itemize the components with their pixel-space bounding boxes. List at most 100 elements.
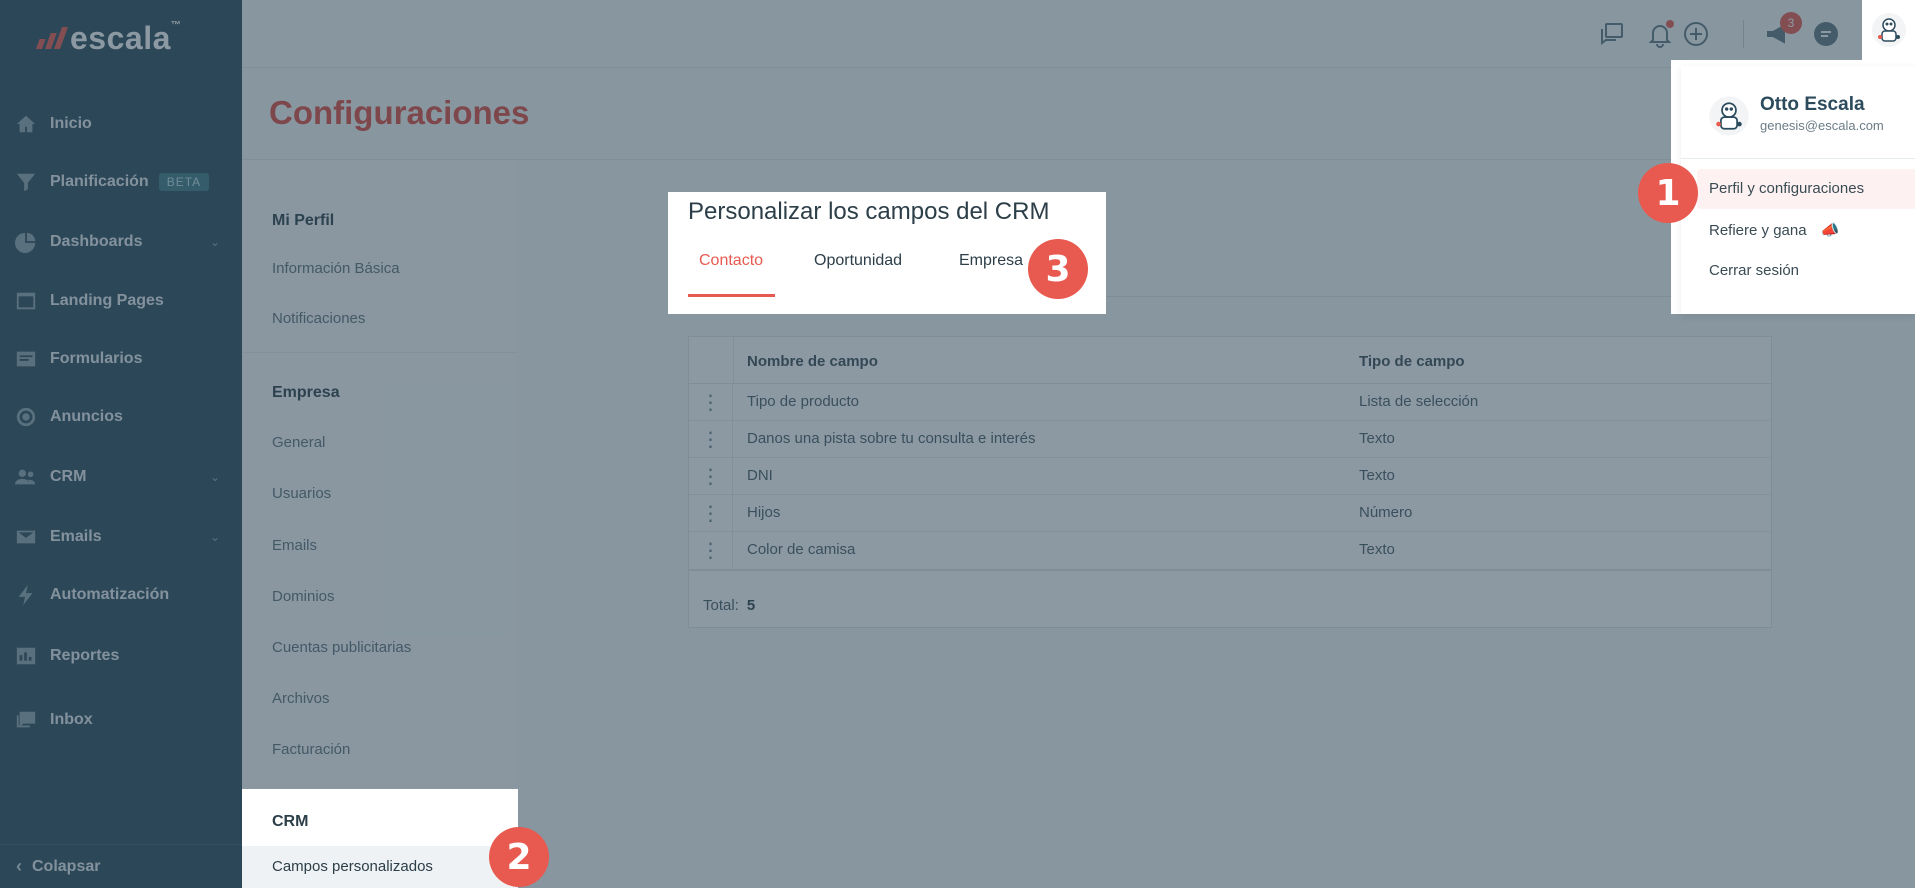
menu-item-label: Campos personalizados [272,858,433,875]
sidebar-item-label: Inicio [50,115,92,132]
custom-fields-table: Nombre de campo Tipo de campo ⋮ Tipo de … [688,336,1772,628]
support-chat-icon[interactable] [1810,18,1842,50]
table-row[interactable]: ⋮ Tipo de producto Lista de selección [689,384,1771,421]
cell-tipo: Número [1359,504,1413,521]
divider [242,352,518,353]
chevron-down-icon: ⌄ [209,530,220,544]
sidebar-item-label: Inbox [50,711,93,728]
menu-item-perfil-y-configuraciones[interactable]: Perfil y configuraciones [1709,180,1864,197]
sidebar-item-formularios[interactable]: Formularios [0,339,242,379]
notifications-badge: 3 [1780,12,1802,34]
sidebar-item-inicio[interactable]: Inicio [0,104,242,144]
menu-item-archivos[interactable]: Archivos [272,690,330,707]
menu-item-refiere-y-gana[interactable]: Refiere y gana 📣 [1709,221,1839,239]
sidebar-item-landing-pages[interactable]: Landing Pages [0,281,242,321]
menu-item-general[interactable]: General [272,434,325,451]
sidebar-item-inbox[interactable]: Inbox [0,700,242,740]
chevron-left-icon: ‹ [16,856,22,876]
mail-icon [14,525,38,549]
menu-item-notificaciones[interactable]: Notificaciones [272,310,365,327]
menu-item-informacion-basica[interactable]: Información Básica [272,260,400,277]
cell-tipo: Texto [1359,467,1395,484]
cell-nombre: Color de camisa [747,541,856,558]
collapse-label: Colapsar [32,857,101,875]
menu-item-emails[interactable]: Emails [272,537,317,554]
page-title: Configuraciones [269,94,530,131]
divider [689,569,1771,571]
sidebar-item-label: Automatización [50,586,170,603]
menu-item-usuarios[interactable]: Usuarios [272,485,331,502]
active-tab-indicator [688,294,775,297]
cell-tipo: Texto [1359,541,1395,558]
cell-nombre: Hijos [747,504,781,521]
sidebar-item-label: Dashboards [50,233,143,250]
sidebar-item-label: Reportes [50,647,120,664]
user-avatar-button[interactable] [1862,0,1915,60]
column-header-nombre[interactable]: Nombre de campo [747,353,878,370]
table-row[interactable]: ⋮ DNI Texto [689,458,1771,495]
sidebar-item-label: Formularios [50,350,143,367]
add-icon[interactable] [1680,18,1712,50]
sidebar-item-crm[interactable]: CRM ⌄ [0,457,242,497]
settings-menu: Mi Perfil Información Básica Notificacio… [242,160,518,888]
page-header: Configuraciones [242,68,1915,160]
topbar: 3 [242,0,1915,68]
home-icon [14,112,38,136]
tab-empresa[interactable]: Empresa [959,252,1023,270]
table-row[interactable]: ⋮ Color de camisa Texto [689,532,1771,569]
sidebar-item-label: Planificación [50,173,149,190]
escala-logo[interactable]: escala™ [35,18,182,58]
notification-dot [1666,20,1674,28]
megaphone-icon[interactable]: 3 [1762,12,1802,50]
cell-nombre: Tipo de producto [747,393,860,410]
table-row[interactable]: ⋮ Danos una pista sobre tu consulta e in… [689,421,1771,458]
menu-item-cuentas-publicitarias[interactable]: Cuentas publicitarias [272,639,411,656]
kebab-menu-icon[interactable]: ⋮ [689,532,733,568]
column-divider [733,337,734,383]
sidebar-item-reportes[interactable]: Reportes [0,636,242,676]
section-title-crm: CRM [272,813,309,830]
step-marker-1: 1 [1638,163,1698,223]
tab-oportunidad[interactable]: Oportunidad [814,252,902,270]
kebab-menu-icon[interactable]: ⋮ [689,421,733,457]
total-label: Total: [703,597,739,614]
sidebar-item-anuncios[interactable]: Anuncios [0,397,242,437]
lightning-icon [14,583,38,607]
avatar-icon [1709,96,1749,136]
table-total: Total: 5 [703,597,755,614]
landing-page-icon [14,289,38,313]
kebab-menu-icon[interactable]: ⋮ [689,495,733,531]
sidebar-item-label: Emails [50,528,102,545]
table-row[interactable]: ⋮ Hijos Número [689,495,1771,532]
kebab-menu-icon[interactable]: ⋮ [689,458,733,494]
logo-bars-icon [35,27,69,49]
logo-text: escala™ [70,19,182,56]
section-title-empresa: Empresa [272,384,340,401]
funnel-icon [14,170,38,194]
menu-item-cerrar-sesion[interactable]: Cerrar sesión [1709,262,1799,279]
target-icon [14,405,38,429]
inbox-icon [14,708,38,732]
chat-icon[interactable] [1596,18,1628,50]
chevron-down-icon: ⌄ [209,235,220,249]
column-header-tipo[interactable]: Tipo de campo [1359,353,1465,370]
tab-contacto[interactable]: Contacto [699,252,763,270]
menu-item-facturacion[interactable]: Facturación [272,741,350,758]
total-value: 5 [746,597,756,614]
cell-tipo: Texto [1359,430,1395,447]
sidebar-item-emails[interactable]: Emails ⌄ [0,517,242,557]
kebab-menu-icon[interactable]: ⋮ [689,384,733,420]
sidebar-item-automatizacion[interactable]: Automatización [0,575,242,615]
divider [1681,158,1915,159]
cell-nombre: DNI [747,467,773,484]
divider [1743,20,1744,48]
collapse-button[interactable]: ‹ Colapsar [0,844,242,888]
step-marker-3: 3 [1028,239,1088,299]
menu-item-campos-personalizados[interactable]: Campos personalizados [242,846,518,888]
sidebar-item-planificacion[interactable]: Planificación BETA [0,162,242,202]
bell-icon[interactable] [1644,18,1676,50]
sidebar-item-dashboards[interactable]: Dashboards ⌄ [0,222,242,262]
chevron-down-icon: ⌄ [209,470,220,484]
menu-item-dominios[interactable]: Dominios [272,588,335,605]
sidebar-item-label: Landing Pages [50,292,164,309]
